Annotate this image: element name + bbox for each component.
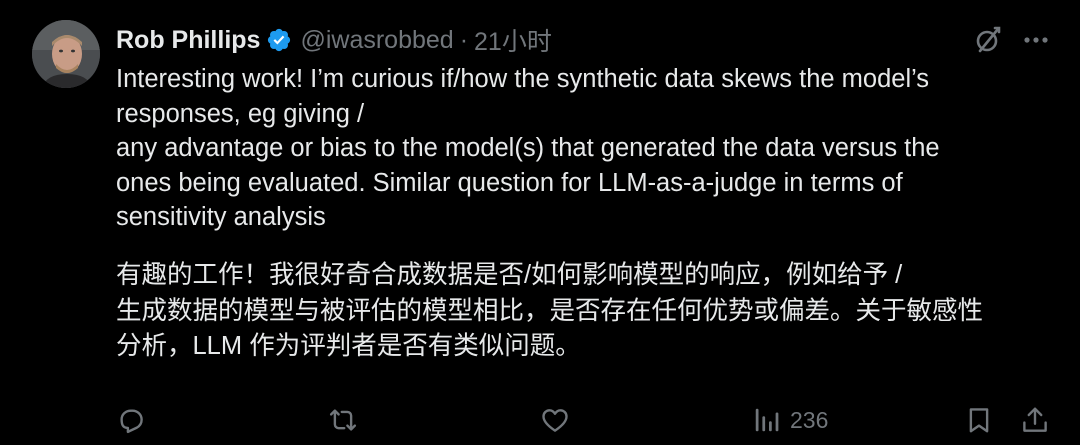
avatar[interactable] <box>32 20 100 88</box>
reply-button[interactable] <box>116 398 146 442</box>
text-line: any advantage or bias to the model(s) th… <box>116 134 940 162</box>
verified-badge-icon[interactable] <box>266 27 292 53</box>
views-button[interactable]: 236 <box>752 398 828 442</box>
views-count: 236 <box>790 406 829 433</box>
tweet-header: Rob Phillips @iwasrobbed · 21小时 <box>116 22 552 58</box>
repost-button[interactable] <box>328 398 358 442</box>
text-line: sensitivity analysis <box>116 203 326 231</box>
grok-icon[interactable] <box>972 24 1004 56</box>
share-button[interactable] <box>1020 398 1050 442</box>
like-icon <box>542 409 568 432</box>
bookmark-button[interactable] <box>964 398 994 442</box>
text-line: Interesting work! I’m curious if/how the… <box>116 65 930 93</box>
tweet-text-chinese: 有趣的工作！我很好奇合成数据是否/如何影响模型的响应，例如给予 / 生成数据的模… <box>116 258 1056 365</box>
action-bar: 236 <box>0 398 1080 442</box>
timestamp[interactable]: 21小时 <box>474 22 552 58</box>
text-line: 生成数据的模型与被评估的模型相比，是否存在任何优势或偏差。关于敏感性 <box>116 296 984 325</box>
bookmark-icon <box>969 408 989 433</box>
repost-icon <box>329 409 357 431</box>
tweet-text-english: Interesting work! I’m curious if/how the… <box>116 62 1046 235</box>
author-handle[interactable]: @iwasrobbed <box>300 26 453 55</box>
separator-dot: · <box>459 25 469 54</box>
text-line: 分析，LLM 作为评判者是否有类似问题。 <box>116 332 581 360</box>
share-icon <box>1023 407 1047 432</box>
text-line: responses, eg giving / <box>116 99 365 128</box>
author-name[interactable]: Rob Phillips <box>116 26 260 55</box>
views-icon <box>755 408 779 432</box>
avatar-image <box>32 20 100 88</box>
like-button[interactable] <box>540 398 570 442</box>
text-line: 有趣的工作！我很好奇合成数据是否/如何影响模型的响应，例如给予 / <box>116 261 903 289</box>
more-icon[interactable] <box>1020 24 1052 56</box>
reply-icon <box>120 409 143 434</box>
text-line: ones being evaluated. Similar question f… <box>116 168 903 197</box>
tweet[interactable]: Rob Phillips @iwasrobbed · 21小时 Interest… <box>0 0 1080 445</box>
